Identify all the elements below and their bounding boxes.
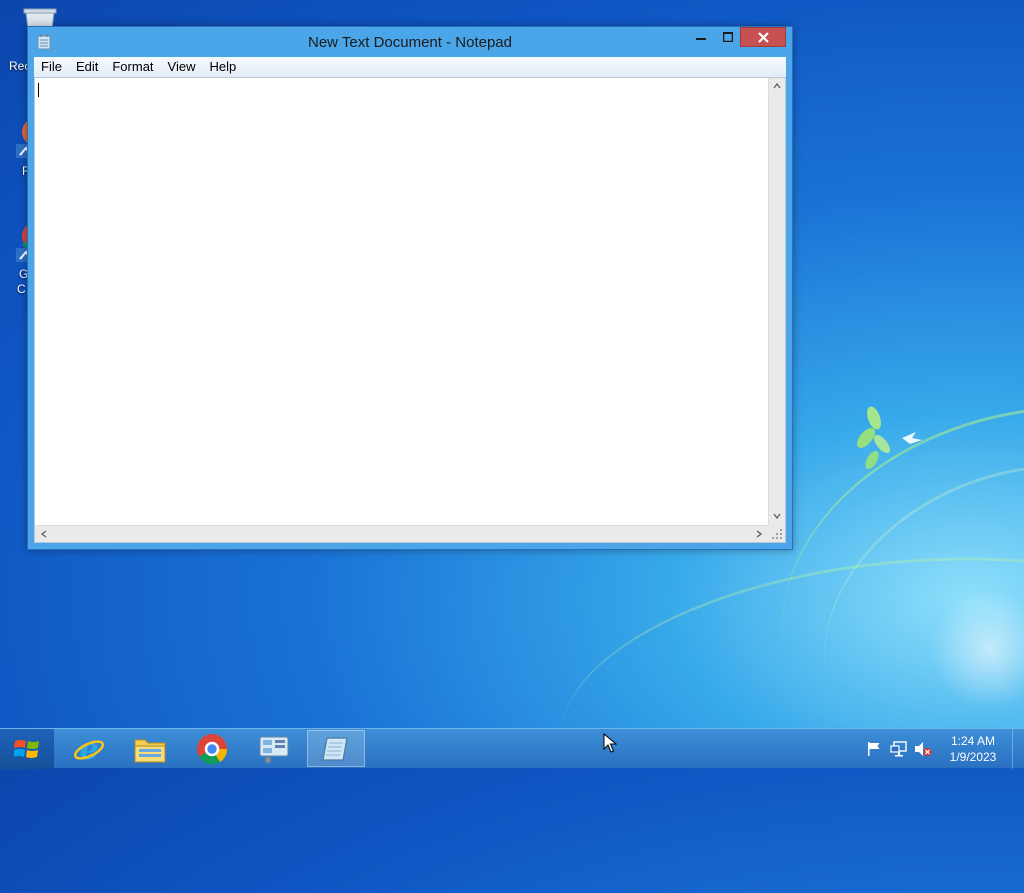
taskbar-notepad[interactable] (307, 730, 365, 767)
taskbar-google-chrome[interactable] (183, 730, 241, 767)
tray-action-center[interactable] (864, 729, 884, 769)
chrome-icon (197, 733, 228, 764)
system-clock[interactable]: 1:24 AM 1/9/2023 (936, 733, 1010, 765)
file-explorer-icon (134, 739, 166, 762)
taskbar-file-explorer[interactable] (121, 730, 179, 767)
chevron-up-icon (773, 83, 781, 89)
show-desktop-button[interactable] (1012, 729, 1024, 769)
minimize-icon (696, 38, 706, 40)
vertical-scrollbar[interactable] (768, 78, 785, 525)
resize-grip-icon (772, 529, 782, 539)
menu-edit[interactable]: Edit (69, 57, 105, 77)
close-icon (757, 31, 769, 43)
notepad-window[interactable]: New Text Document - Notepad File Edit Fo… (27, 26, 793, 550)
scroll-left-button[interactable] (36, 526, 52, 542)
scroll-up-button[interactable] (769, 78, 785, 94)
scroll-down-button[interactable] (769, 508, 785, 524)
start-button[interactable] (0, 729, 54, 769)
server-manager-icon (259, 736, 289, 763)
minimize-button[interactable] (688, 27, 714, 47)
chevron-left-icon (41, 530, 47, 538)
wallpaper-leaves-icon (857, 406, 922, 470)
flag-icon (868, 742, 880, 756)
text-editor-area[interactable] (34, 77, 786, 543)
taskbar-server-manager[interactable] (245, 730, 303, 767)
clock-time: 1:24 AM (950, 734, 996, 748)
desktop-icon-label: C (17, 282, 26, 296)
menu-bar: File Edit Format View Help (34, 57, 786, 77)
text-caret (38, 83, 39, 97)
scroll-right-button[interactable] (751, 526, 767, 542)
mouse-cursor-icon (603, 733, 617, 753)
menu-help[interactable]: Help (202, 57, 243, 77)
maximize-button[interactable] (715, 27, 741, 47)
tray-volume[interactable] (912, 729, 934, 769)
horizontal-scrollbar[interactable] (35, 525, 768, 542)
title-bar[interactable]: New Text Document - Notepad (28, 27, 792, 57)
taskbar: e 1:24 AM 1/9/2023 (0, 728, 1024, 769)
tray-network[interactable] (888, 729, 910, 769)
menu-file[interactable]: File (34, 57, 69, 77)
close-button[interactable] (740, 27, 786, 47)
menu-format[interactable]: Format (105, 57, 160, 77)
volume-muted-icon (915, 742, 932, 756)
resize-grip[interactable] (768, 525, 785, 542)
notepad-icon (322, 736, 348, 761)
clock-date: 1/9/2023 (949, 750, 997, 764)
chevron-down-icon (773, 513, 781, 519)
menu-view[interactable]: View (161, 57, 203, 77)
windows-logo-icon (14, 740, 39, 758)
network-icon (890, 741, 907, 757)
window-title: New Text Document - Notepad (308, 34, 512, 51)
chevron-right-icon (756, 530, 762, 538)
internet-explorer-icon: e (73, 733, 105, 765)
taskbar-internet-explorer[interactable]: e (60, 730, 118, 767)
svg-text:e: e (79, 733, 98, 765)
maximize-icon (723, 32, 733, 42)
